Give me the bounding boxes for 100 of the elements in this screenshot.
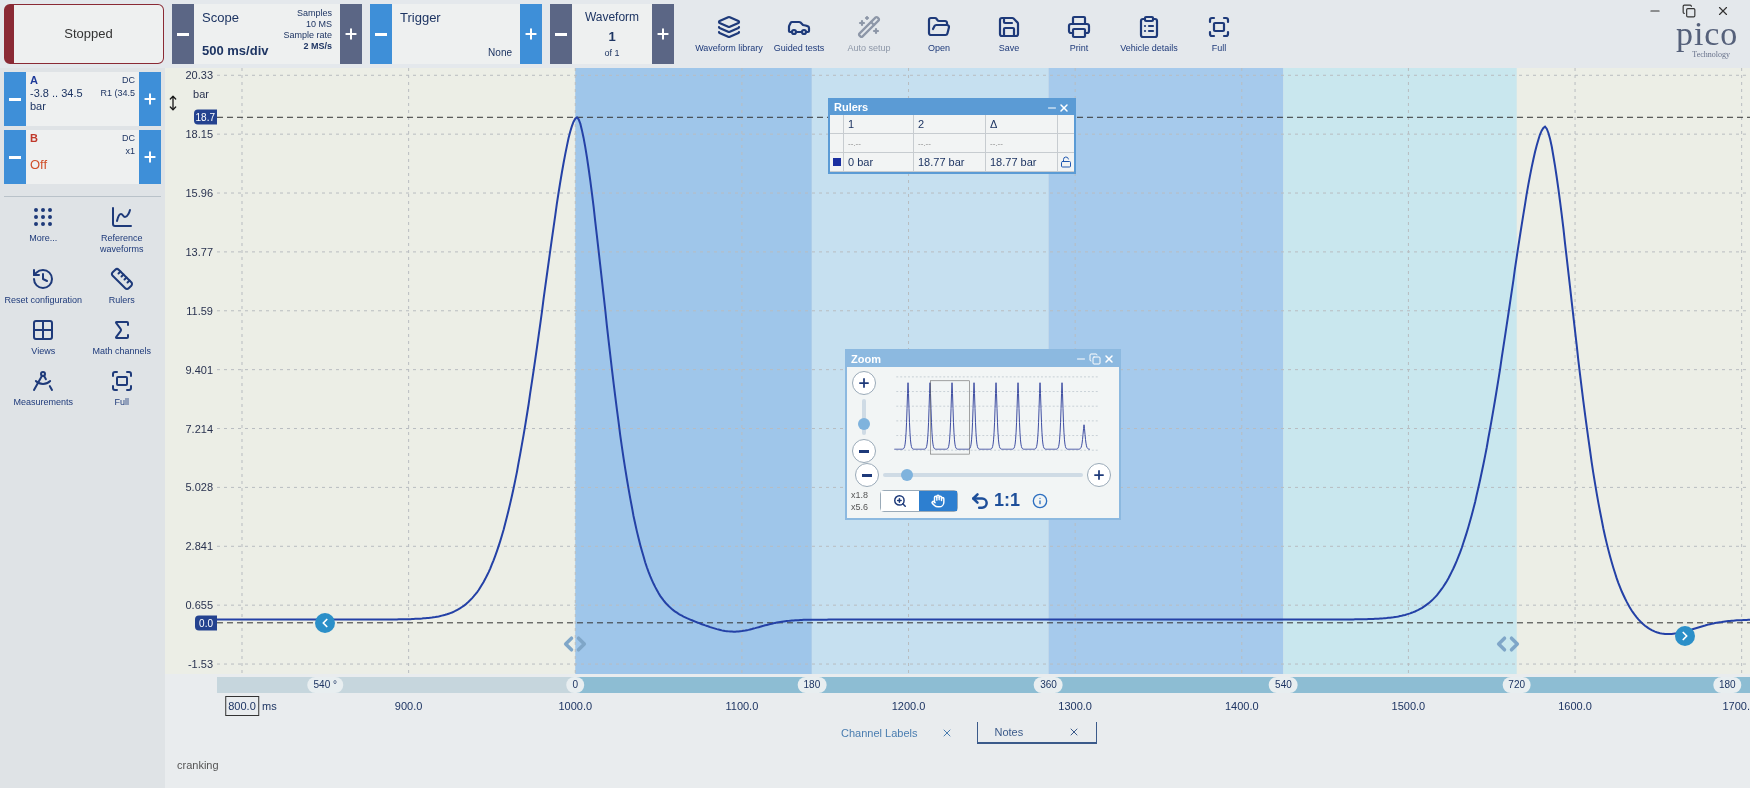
table-cell: 18.77 bar — [986, 153, 1058, 172]
table-cell: 18.77 bar — [914, 153, 986, 172]
decrease-button[interactable] — [4, 72, 26, 126]
minus-icon — [555, 32, 567, 36]
y-axis-label: 11.59 — [186, 303, 213, 319]
toolbar-button[interactable]: Waveform library — [694, 0, 764, 68]
hand-icon — [931, 493, 945, 508]
tool-button[interactable]: Math channels — [82, 318, 161, 357]
tool-button[interactable]: Reset configuration — [4, 267, 83, 306]
x-axis-label: 1200.0 — [891, 699, 926, 714]
grid-icon — [31, 318, 56, 342]
zoom-factor-y: x5.6 — [851, 500, 868, 513]
channel-card[interactable]: A DC -3.8 .. 34.5 R1 (34.5 bar — [4, 72, 161, 126]
range-value: -3.8 .. 34.5 — [30, 87, 83, 100]
x-axis-unit: ms — [262, 699, 277, 714]
close-icon[interactable] — [1716, 4, 1730, 18]
undo-icon — [970, 490, 990, 511]
slider-thumb[interactable] — [901, 469, 913, 481]
waveform-count: of 1 — [604, 46, 620, 60]
decrease-button[interactable] — [172, 4, 194, 64]
zoom-in-button[interactable] — [1087, 463, 1111, 487]
degree-label: 180 — [797, 677, 827, 693]
samples-label: Samples — [297, 8, 332, 19]
channel-name: A — [30, 74, 38, 87]
increase-button[interactable] — [340, 4, 362, 64]
tool-button[interactable]: More... — [4, 205, 83, 255]
plus-icon — [655, 26, 671, 42]
channel-card[interactable]: B DC x1 Off — [4, 130, 161, 184]
zoom-tool-button[interactable] — [881, 490, 919, 511]
decrease-button[interactable] — [370, 4, 392, 64]
y-axis-label: -1.53 — [187, 656, 213, 672]
y-axis-label: 13.77 — [185, 244, 213, 260]
table-cell — [830, 115, 844, 134]
channel-swatch-icon — [832, 158, 841, 166]
info-icon[interactable] — [1032, 492, 1049, 509]
toolbar-button[interactable]: Guided tests — [764, 0, 834, 68]
coupling-label: DC — [122, 132, 135, 145]
ruler-marker[interactable]: 18.7 — [193, 109, 217, 125]
window-title: Zoom — [851, 351, 881, 367]
reset-zoom-button[interactable]: 1:1 — [970, 487, 1021, 514]
unlocked-icon[interactable] — [1060, 156, 1072, 168]
waveform-number: 1 — [608, 27, 616, 46]
y-axis-label: 2.841 — [185, 539, 213, 555]
x-axis-label: 1300.0 — [1058, 699, 1092, 714]
increase-button[interactable] — [520, 4, 542, 64]
toolbar-button[interactable]: Vehicle details — [1114, 0, 1184, 68]
toolbar-icon — [1137, 15, 1161, 39]
zoom-out-button[interactable] — [852, 439, 876, 463]
x-axis-label: 1100.0 — [725, 699, 759, 714]
bottom-tab[interactable]: Channel Labels — [825, 722, 970, 744]
toolbar-icon — [1207, 15, 1231, 39]
column-header: 2 — [914, 115, 986, 134]
coupling-label: DC — [122, 74, 135, 87]
plus-icon — [142, 91, 158, 107]
toolbar-icon — [857, 15, 881, 39]
minus-icon — [9, 155, 21, 159]
timebase-value[interactable]: 500 ms/div — [202, 40, 269, 60]
reference-waveform-icon — [109, 205, 134, 229]
minus-icon — [859, 449, 869, 453]
slider-thumb[interactable] — [858, 418, 870, 431]
toolbar-button[interactable]: Full — [1184, 0, 1254, 68]
toolbar-button[interactable]: Print — [1044, 0, 1114, 68]
restore-icon[interactable] — [1682, 4, 1696, 18]
probe-label: R1 (34.5 — [100, 87, 135, 100]
tool-button[interactable]: Views — [4, 318, 83, 357]
tool-button[interactable]: Full — [82, 369, 161, 408]
cursor-right-handle[interactable] — [1675, 626, 1695, 647]
plus-icon — [523, 26, 539, 42]
decrease-button[interactable] — [4, 130, 26, 184]
expand-icon — [109, 369, 134, 393]
zero-marker[interactable]: 0.0 — [195, 615, 217, 631]
minus-icon — [177, 32, 189, 36]
table-cell: --.-- — [844, 134, 914, 153]
x-axis-label: 900.0 — [394, 699, 423, 714]
table-cell: --.-- — [914, 134, 986, 153]
logo-wordmark: pico — [1676, 18, 1738, 50]
probe-label: x1 — [125, 145, 135, 158]
magnifier-icon — [893, 493, 907, 508]
maximize-icon[interactable] — [1089, 353, 1101, 365]
tool-button[interactable]: Reference waveforms — [82, 205, 161, 255]
window-title: Rulers — [834, 100, 869, 116]
compass-icon — [31, 369, 56, 393]
waveform-title: Waveform — [584, 9, 640, 26]
toolbar-button[interactable]: Save — [974, 0, 1044, 68]
decrease-button[interactable] — [550, 4, 572, 64]
column-header: Δ — [986, 115, 1058, 134]
tool-button[interactable]: Rulers — [82, 267, 161, 306]
zoom-out-button[interactable] — [855, 463, 879, 487]
stopped-button[interactable]: Stopped — [4, 4, 164, 64]
cursor-left-handle[interactable] — [315, 612, 336, 633]
tool-button[interactable]: Measurements — [4, 369, 83, 408]
toolbar-icon — [1067, 15, 1091, 39]
zoom-in-button[interactable] — [852, 371, 876, 395]
toolbar-button[interactable]: Open — [904, 0, 974, 68]
trigger-mode[interactable]: None — [488, 45, 512, 60]
y-axis-label: 20.33 — [185, 68, 213, 83]
increase-button[interactable] — [139, 130, 161, 184]
increase-button[interactable] — [652, 4, 674, 64]
table-cell: --.-- — [986, 134, 1058, 153]
pan-tool-button[interactable] — [919, 490, 957, 511]
